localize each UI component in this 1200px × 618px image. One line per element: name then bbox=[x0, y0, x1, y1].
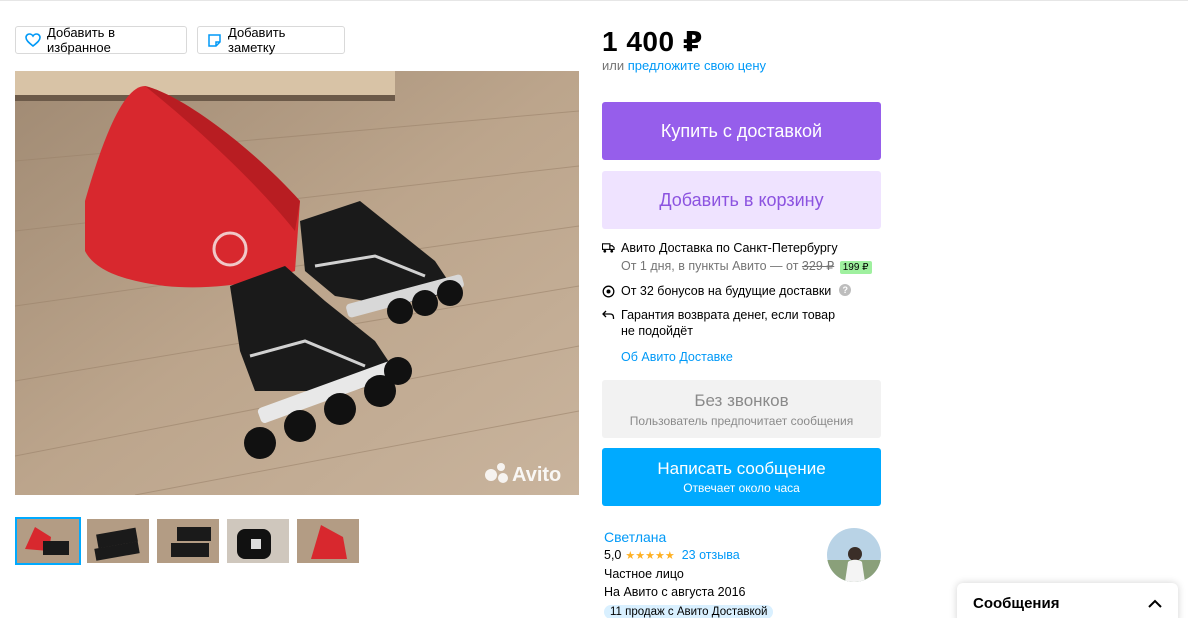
thumbnail-4[interactable] bbox=[225, 517, 291, 565]
avito-watermark: Avito bbox=[512, 464, 561, 486]
guarantee-info: Гарантия возврата денег, если товар не п… bbox=[602, 308, 835, 338]
no-calls-subtitle: Пользователь предпочитает сообщения bbox=[629, 413, 854, 428]
delivery-title: Авито Доставка по Санкт-Петербургу bbox=[621, 241, 838, 255]
old-delivery-price: 329 ₽ bbox=[801, 259, 835, 273]
note-icon bbox=[208, 33, 221, 47]
chevron-up-icon[interactable] bbox=[1148, 599, 1162, 608]
add-note-button[interactable]: Добавить заметку bbox=[197, 25, 345, 55]
thumbnail-1[interactable] bbox=[15, 517, 81, 565]
heart-icon bbox=[25, 33, 41, 47]
sales-badge: 11 продаж с Авито Доставкой bbox=[604, 605, 774, 618]
price: 1 400 ₽ bbox=[602, 26, 703, 57]
write-message-label: Написать сообщение bbox=[657, 459, 826, 478]
truck-icon bbox=[602, 243, 615, 253]
thumbnail-2[interactable] bbox=[85, 517, 151, 565]
offer-or-text: или bbox=[602, 58, 625, 73]
write-message-button[interactable]: Написать сообщение Отвечает около часа bbox=[602, 448, 881, 506]
seller-rating: 5,0 ★★★★★ 23 отзыва bbox=[604, 548, 740, 562]
offer-price-link[interactable]: предложите свою цену bbox=[628, 58, 766, 73]
delivery-info: Авито Доставка по Санкт-Петербургу От 1 … bbox=[602, 241, 872, 274]
about-avito-delivery-link[interactable]: Об Авито Доставке bbox=[621, 350, 733, 364]
top-divider bbox=[0, 0, 1188, 1]
guarantee-line-2: не подойдёт bbox=[621, 324, 693, 338]
bonus-text: От 32 бонусов на будущие доставки bbox=[621, 284, 832, 298]
new-delivery-price-badge: 199 ₽ bbox=[839, 261, 872, 274]
delivery-terms: От 1 дня, в пункты Авито — от 329 ₽ 199 … bbox=[621, 258, 872, 274]
thumbnail-strip bbox=[15, 517, 361, 565]
response-time-label: Отвечает около часа bbox=[683, 481, 800, 495]
bonus-info: От 32 бонусов на будущие доставки ? bbox=[602, 284, 852, 298]
messages-panel[interactable]: Сообщения bbox=[957, 583, 1178, 618]
main-product-photo[interactable]: Avito bbox=[15, 71, 579, 495]
return-arrow-icon bbox=[602, 310, 615, 319]
seller-type: Частное лицо bbox=[604, 567, 684, 581]
reviews-link[interactable]: 23 отзыва bbox=[682, 548, 740, 562]
add-note-label: Добавить заметку bbox=[228, 25, 286, 55]
add-to-cart-label: Добавить в корзину bbox=[659, 189, 824, 210]
add-to-favorites-button[interactable]: Добавить в избранное bbox=[15, 25, 187, 55]
add-to-cart-button[interactable]: Добавить в корзину bbox=[602, 171, 881, 229]
thumbnail-5[interactable] bbox=[295, 517, 361, 565]
seller-since: На Авито с августа 2016 bbox=[604, 585, 746, 599]
buy-with-delivery-label: Купить с доставкой bbox=[660, 120, 823, 141]
no-calls-notice: Без звонков Пользователь предпочитает со… bbox=[602, 380, 881, 438]
buy-with-delivery-button[interactable]: Купить с доставкой bbox=[602, 102, 881, 160]
seller-name-link[interactable]: Светлана bbox=[604, 529, 666, 545]
rating-value: 5,0 bbox=[604, 548, 622, 562]
guarantee-line-1: Гарантия возврата денег, если товар bbox=[621, 308, 836, 322]
thumbnail-3[interactable] bbox=[155, 517, 221, 565]
add-to-favorites-label: Добавить в избранное bbox=[47, 25, 115, 55]
no-calls-title: Без звонков bbox=[694, 390, 789, 410]
messages-panel-title: Сообщения bbox=[973, 594, 1060, 612]
offer-price-line: или предложите свою цену bbox=[602, 58, 766, 73]
help-icon[interactable]: ? bbox=[839, 284, 852, 296]
seller-avatar[interactable] bbox=[827, 528, 881, 582]
bonus-icon bbox=[602, 285, 615, 298]
rating-stars-icon: ★★★★★ bbox=[625, 549, 675, 562]
delivery-terms-text: От 1 дня, в пункты Авито — от bbox=[621, 259, 799, 273]
